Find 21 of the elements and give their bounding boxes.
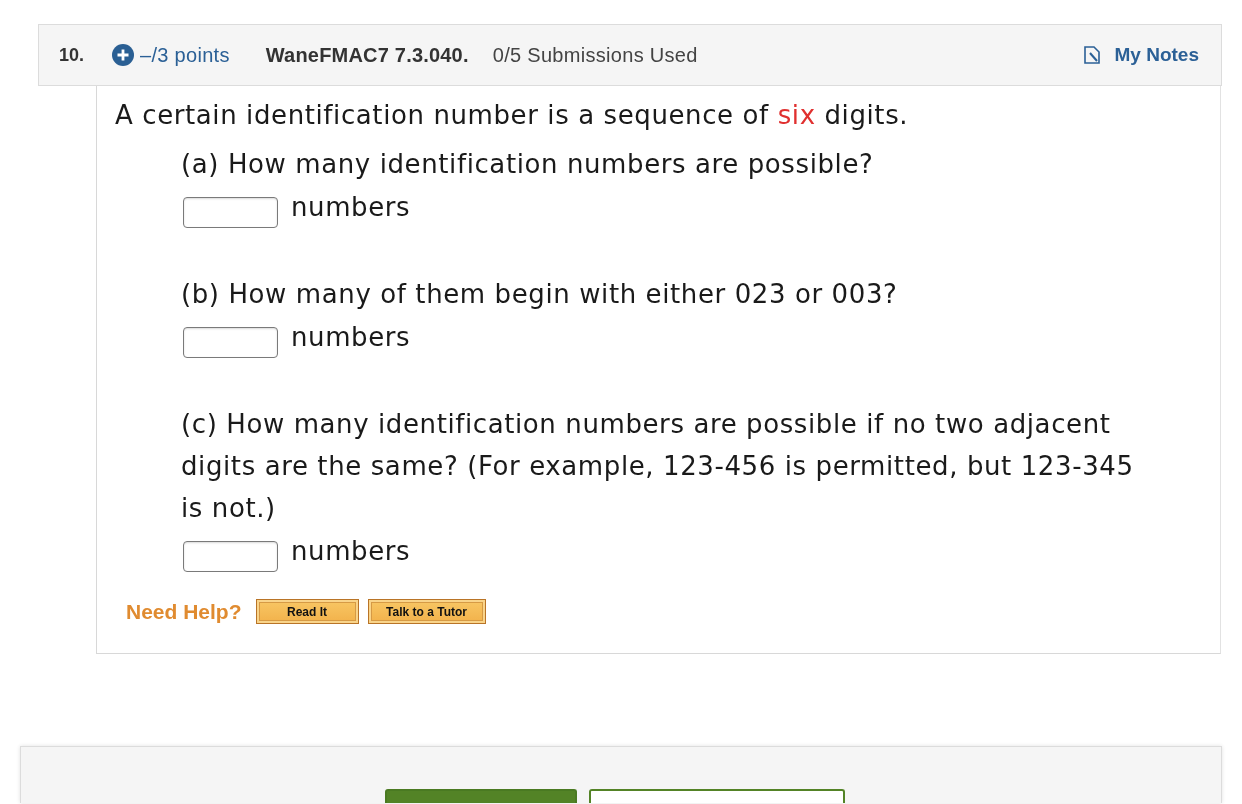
- plus-icon[interactable]: [112, 44, 135, 66]
- part-question: (c) How many identification numbers are possible if no two adjacent digits are the same? (For example, 123-456 is permitted, but 123-345 is not.): [181, 408, 1135, 525]
- need-help-label: Need Help?: [126, 599, 242, 624]
- question-number: 10.: [59, 44, 85, 66]
- question-source: WaneFMAC7 7.3.040.: [265, 43, 469, 67]
- help-button[interactable]: Talk to a Tutor: [367, 599, 486, 624]
- answer-field[interactable]: [183, 197, 278, 228]
- answer-unit: numbers: [291, 535, 411, 567]
- help-button[interactable]: Read It: [255, 599, 359, 624]
- document-pencil-icon: [1083, 46, 1100, 64]
- my-notes-link[interactable]: My Notes: [1083, 44, 1199, 66]
- points-link[interactable]: –/3 points: [140, 43, 230, 67]
- outlined-button[interactable]: [589, 789, 845, 803]
- answer-field[interactable]: [183, 541, 278, 572]
- question-prompt: A certain identification number is a sequence of six digits.: [115, 99, 910, 132]
- answer-unit: numbers: [291, 191, 411, 223]
- part-question: (a) How many identification numbers are possible?: [181, 148, 875, 181]
- submissions-count: 0/5 Submissions Used: [492, 43, 698, 67]
- answer-unit: numbers: [291, 321, 411, 353]
- answer-field[interactable]: [183, 327, 278, 358]
- part-question: (b) How many of them begin with either 023 or 003?: [181, 278, 899, 311]
